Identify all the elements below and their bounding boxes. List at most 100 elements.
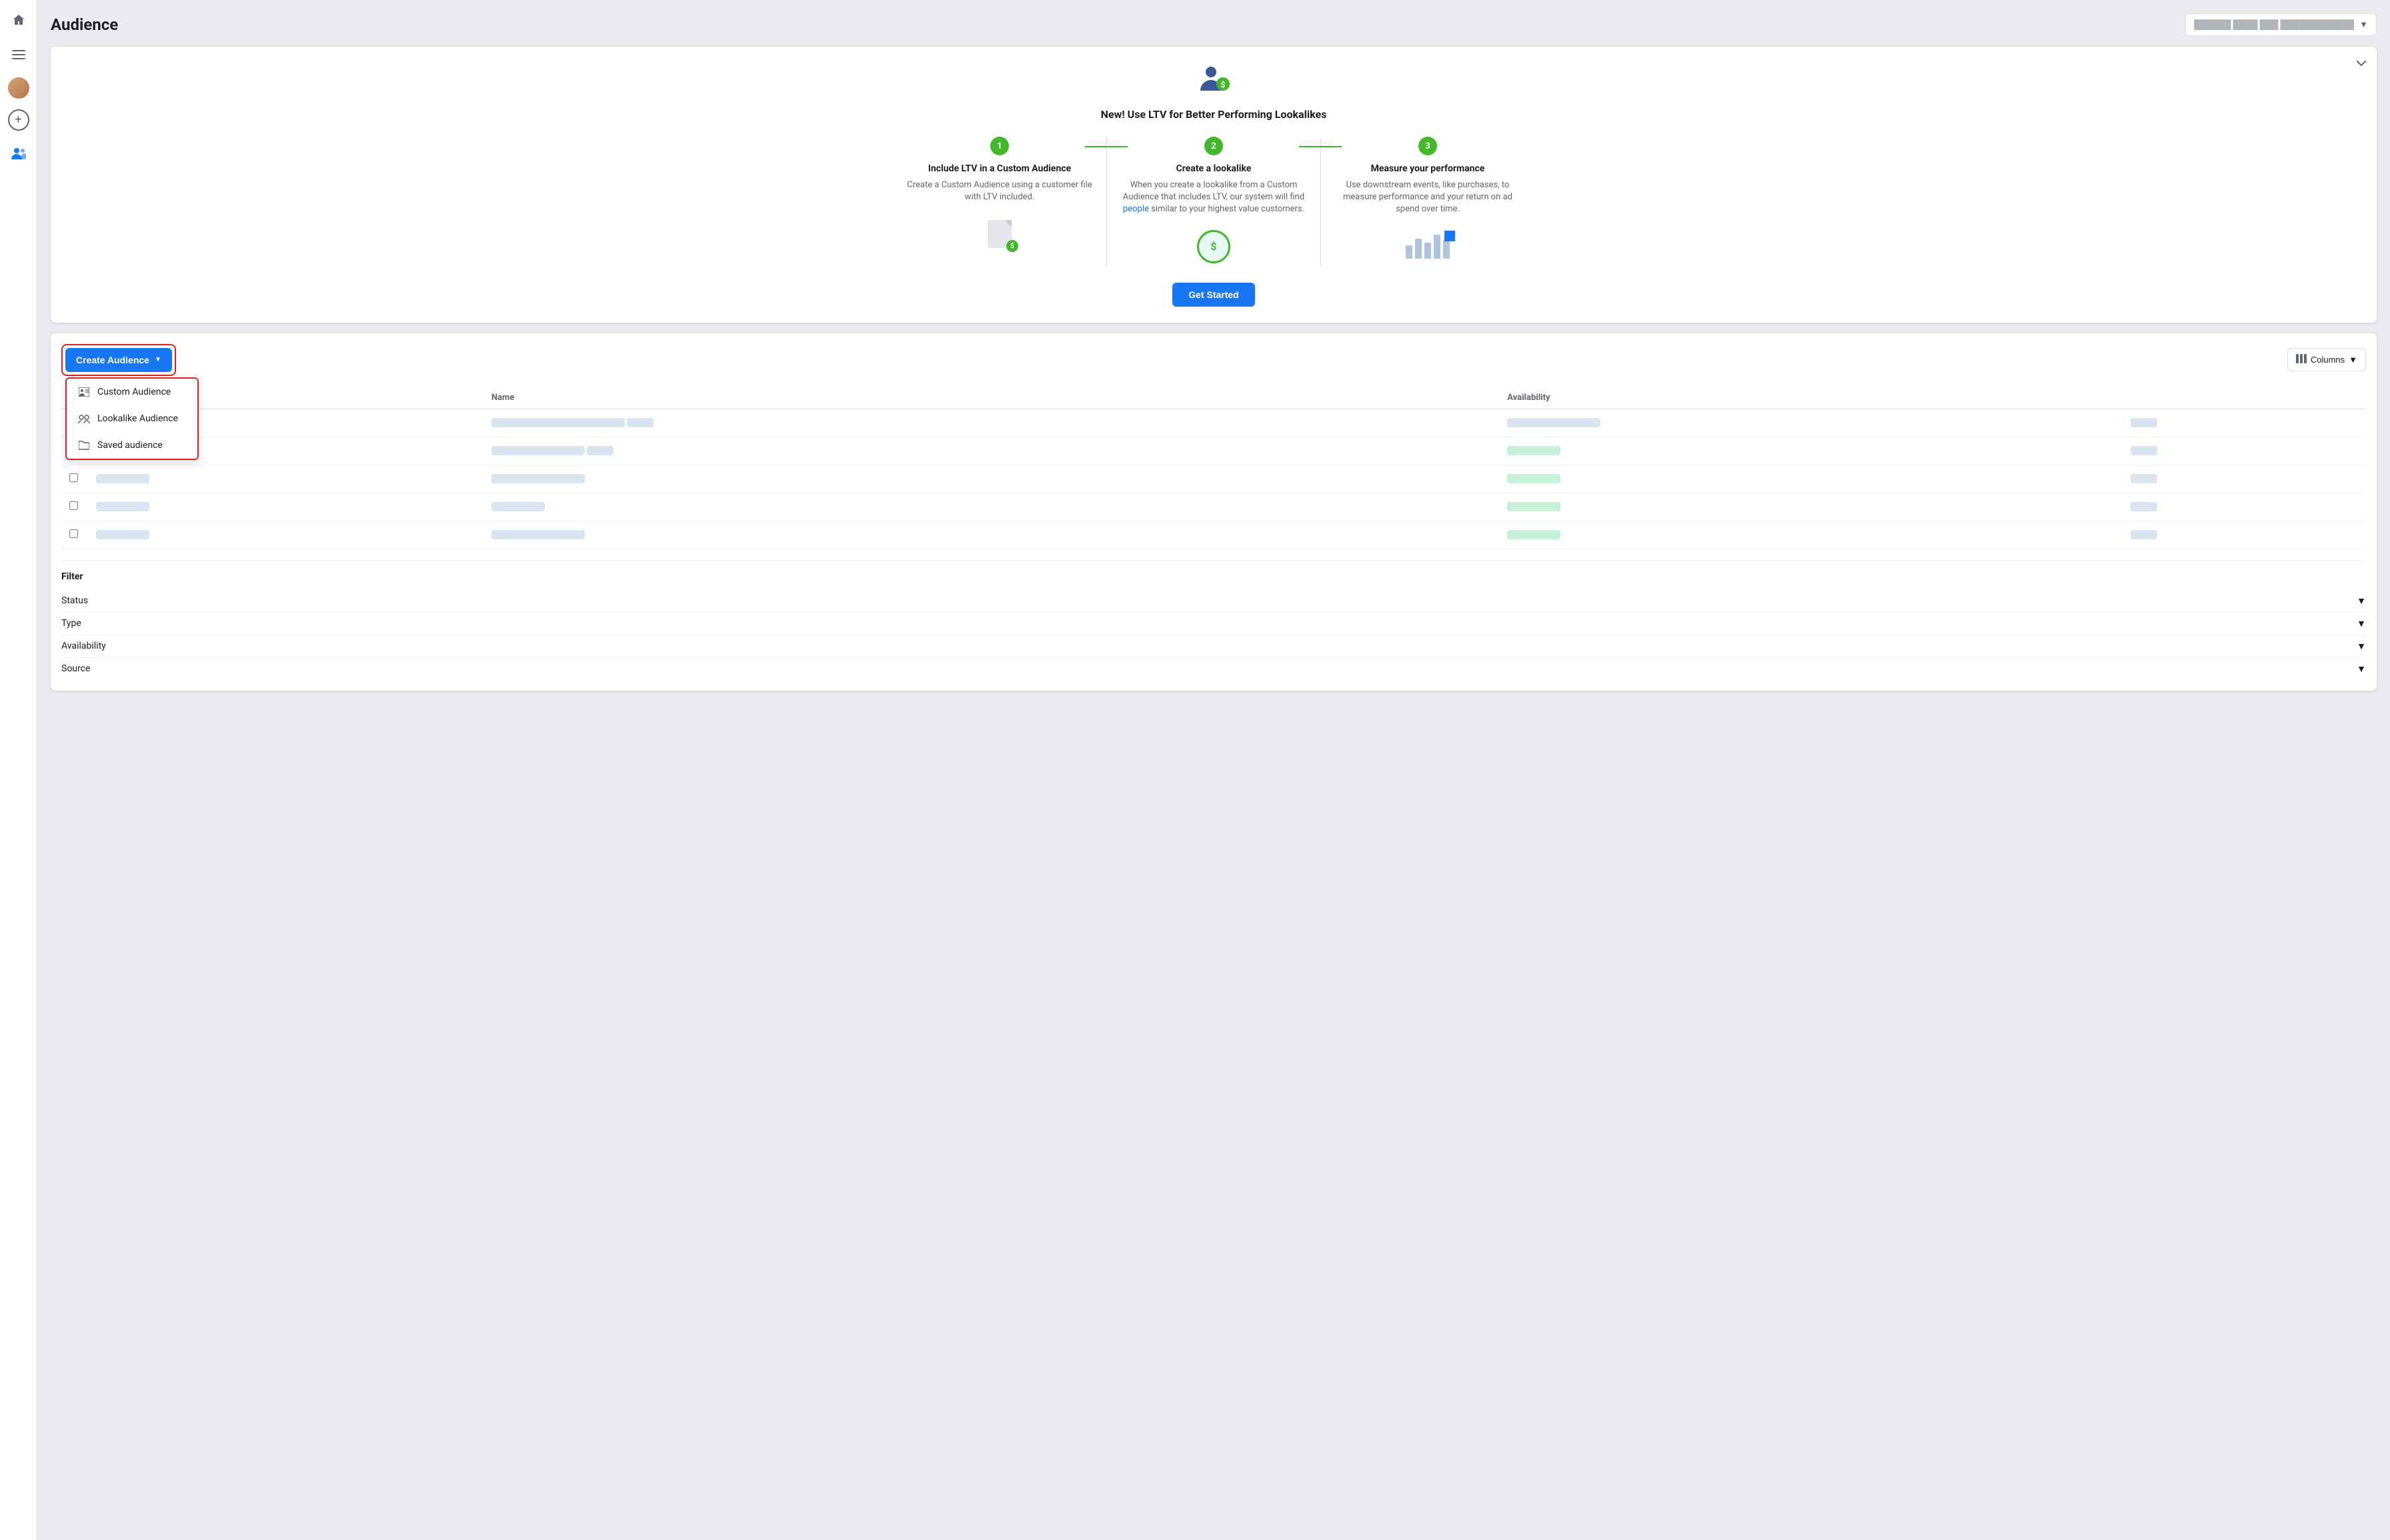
availability-cell xyxy=(1507,446,1560,455)
menu-icon[interactable] xyxy=(7,43,31,67)
chevron-down-icon: ▼ xyxy=(2359,19,2368,30)
filter-status[interactable]: Status ▼ xyxy=(61,590,2366,613)
caret-icon: ▼ xyxy=(155,356,161,363)
columns-button[interactable]: Columns ▼ xyxy=(2287,348,2366,371)
lookalike-audience-label: Lookalike Audience xyxy=(97,413,178,424)
audience-id-cell xyxy=(96,502,149,511)
name-cell xyxy=(491,418,625,427)
name-cell xyxy=(491,502,545,511)
folder-icon xyxy=(77,439,91,452)
step-2-illustration: $ xyxy=(1120,227,1307,267)
ltv-steps: 1 Include LTV in a Custom Audience Creat… xyxy=(67,137,2361,267)
create-audience-button[interactable]: Create Audience ▼ xyxy=(65,348,172,372)
lookalike-audience-item[interactable]: Lookalike Audience xyxy=(67,405,197,432)
saved-audience-item[interactable]: Saved audience xyxy=(67,432,197,459)
filter-availability[interactable]: Availability ▼ xyxy=(61,635,2366,658)
name-cell xyxy=(491,446,585,455)
name-tag xyxy=(587,446,614,455)
avatar[interactable] xyxy=(8,77,29,99)
main-content: Audience ██████ ████ ███ ████████████ ▼ … xyxy=(37,0,2390,1540)
filter-status-chevron: ▼ xyxy=(2357,595,2366,607)
name-tag xyxy=(627,418,654,427)
action-cell xyxy=(2131,474,2157,483)
table-row xyxy=(61,493,2366,521)
create-audience-area: Create Audience ▼ xyxy=(61,344,176,376)
action-cell xyxy=(2131,530,2157,539)
custom-audience-label: Custom Audience xyxy=(97,387,171,397)
step-2-desc: When you create a lookalike from a Custo… xyxy=(1120,179,1307,216)
audience-id-cell xyxy=(96,530,149,539)
step-1-desc: Create a Custom Audience using a custome… xyxy=(906,179,1093,203)
action-cell xyxy=(2131,502,2157,511)
people-link[interactable]: people xyxy=(1123,204,1149,214)
person-card-icon xyxy=(77,385,91,399)
actions-col-header xyxy=(2123,387,2366,409)
filter-type[interactable]: Type ▼ xyxy=(61,613,2366,635)
step-2-title: Create a lookalike xyxy=(1120,163,1307,174)
action-cell xyxy=(2131,418,2157,427)
availability-cell xyxy=(1507,530,1560,539)
step-3-circle: 3 xyxy=(1418,137,1437,155)
audience-toolbar: Create Audience ▼ xyxy=(61,344,2366,376)
filter-status-label: Status xyxy=(61,595,88,606)
plus-icon[interactable]: + xyxy=(8,109,29,131)
table-row xyxy=(61,465,2366,493)
collapse-button[interactable] xyxy=(2357,57,2366,68)
step-3-desc: Use downstream events, like purchases, t… xyxy=(1334,179,1521,216)
filter-source-chevron: ▼ xyxy=(2357,663,2366,675)
filter-title: Filter xyxy=(61,571,2366,582)
get-started-button[interactable]: Get Started xyxy=(1172,283,1254,307)
name-cell xyxy=(491,530,585,539)
action-cell xyxy=(2131,446,2157,455)
step-3-illustration xyxy=(1334,227,1521,267)
availability-cell xyxy=(1507,418,1600,427)
create-audience-wrapper: Create Audience ▼ xyxy=(65,348,172,372)
account-dropdown[interactable]: ██████ ████ ███ ████████████ ▼ xyxy=(2185,13,2377,36)
circle-dollar: $ xyxy=(1197,230,1230,263)
page-title: Audience xyxy=(51,15,118,34)
ltv-banner-title: New! Use LTV for Better Performing Looka… xyxy=(67,108,2361,121)
audience-id-cell xyxy=(96,474,149,483)
filter-source[interactable]: Source ▼ xyxy=(61,658,2366,680)
people-icon[interactable] xyxy=(7,141,31,165)
availability-col-header: Availability xyxy=(1499,387,2123,409)
columns-label: Columns xyxy=(2311,355,2345,365)
svg-text:$: $ xyxy=(1221,80,1226,89)
name-cell xyxy=(491,474,585,483)
filter-availability-label: Availability xyxy=(61,641,106,651)
step-3-title: Measure your performance xyxy=(1334,163,1521,174)
columns-chevron-icon: ▼ xyxy=(2349,355,2357,365)
account-dropdown-label: ██████ ████ ███ ████████████ xyxy=(2194,19,2354,30)
name-col-header: Name xyxy=(483,387,1499,409)
step-2-circle: 2 xyxy=(1204,137,1223,155)
audience-table: Audience ID Name Availability xyxy=(61,387,2366,549)
table-row xyxy=(61,437,2366,465)
ltv-banner: $ New! Use LTV for Better Performing Loo… xyxy=(51,47,2377,323)
filter-source-label: Source xyxy=(61,663,90,674)
sidebar: + xyxy=(0,0,37,1540)
availability-cell xyxy=(1507,474,1560,483)
audience-dropdown-menu: Custom Audience Look xyxy=(65,377,199,460)
home-icon[interactable] xyxy=(7,8,31,32)
table-row xyxy=(61,521,2366,549)
filter-type-chevron: ▼ xyxy=(2357,618,2366,629)
step-1-title: Include LTV in a Custom Audience xyxy=(906,163,1093,174)
ltv-step-2: 2 Create a lookalike When you create a l… xyxy=(1107,137,1320,267)
row-checkbox[interactable] xyxy=(69,501,78,510)
row-checkbox[interactable] xyxy=(69,473,78,482)
filter-section: Filter Status ▼ Type ▼ Availability ▼ So… xyxy=(61,560,2366,680)
columns-icon xyxy=(2296,354,2307,365)
performance-dot xyxy=(1444,231,1455,241)
ltv-icon-container: $ xyxy=(67,63,2361,103)
page-header: Audience ██████ ████ ███ ████████████ ▼ xyxy=(51,13,2377,36)
ltv-main-icon: $ xyxy=(1195,63,1232,103)
saved-audience-label: Saved audience xyxy=(97,440,163,451)
custom-audience-item[interactable]: Custom Audience xyxy=(67,379,197,405)
create-audience-label: Create Audience xyxy=(76,355,149,365)
step-1-circle: 1 xyxy=(990,137,1009,155)
ltv-step-1: 1 Include LTV in a Custom Audience Creat… xyxy=(893,137,1106,254)
row-checkbox[interactable] xyxy=(69,529,78,538)
table-row xyxy=(61,409,2366,437)
filter-availability-chevron: ▼ xyxy=(2357,641,2366,652)
availability-cell xyxy=(1507,502,1560,511)
